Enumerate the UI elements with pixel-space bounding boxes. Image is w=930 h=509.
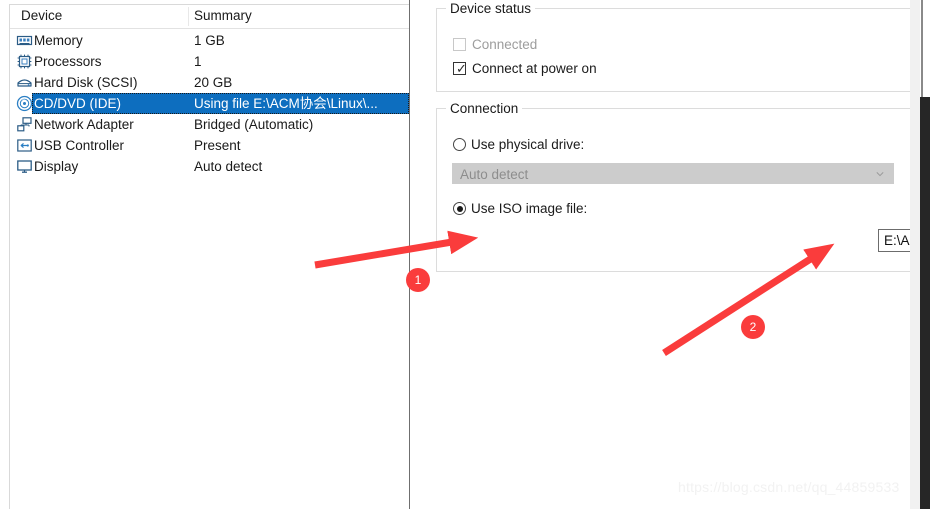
device-summary: 20 GB — [194, 75, 233, 90]
column-header-device[interactable]: Device — [21, 8, 62, 23]
connection-group: Connection Use physical drive: Use ISO i… — [436, 101, 914, 272]
device-name: Network Adapter — [34, 117, 134, 132]
connect-at-power-on-checkbox[interactable]: ✓ — [453, 61, 467, 76]
network-adapter-icon — [16, 116, 33, 133]
use-physical-drive-label: Use physical drive: — [471, 137, 585, 152]
device-summary: 1 GB — [194, 33, 225, 48]
hard-disk-icon — [16, 74, 33, 91]
device-list-panel: Device Summary Memory 1 GB Processors 1 … — [9, 4, 410, 509]
device-summary: Present — [194, 138, 241, 153]
device-name: CD/DVD (IDE) — [34, 96, 121, 111]
chevron-down-icon — [876, 170, 884, 178]
use-iso-image-label: Use ISO image file: — [471, 201, 588, 216]
physical-drive-combobox[interactable]: Auto detect — [452, 163, 894, 184]
settings-pane: Device status Connected ✓ Connect at pow… — [410, 0, 930, 509]
use-physical-drive-radio[interactable] — [453, 138, 466, 151]
device-row-network-adapter[interactable]: Network Adapter Bridged (Automatic) — [10, 114, 409, 135]
device-name: Processors — [34, 54, 102, 69]
physical-drive-value: Auto detect — [460, 167, 529, 182]
connection-legend: Connection — [446, 101, 523, 116]
device-summary: Auto detect — [194, 159, 263, 174]
device-row-usb-controller[interactable]: USB Controller Present — [10, 135, 409, 156]
usb-controller-icon — [16, 137, 33, 154]
device-name: Display — [34, 159, 79, 174]
device-summary: Bridged (Automatic) — [194, 117, 314, 132]
memory-icon — [16, 32, 33, 49]
device-summary: 1 — [194, 54, 202, 69]
device-summary: Using file E:\ACM协会\Linux\... — [194, 96, 378, 111]
device-name: Hard Disk (SCSI) — [34, 75, 138, 90]
column-divider[interactable] — [188, 7, 189, 26]
scrollbar-thumb[interactable] — [920, 97, 930, 509]
device-name: Memory — [34, 33, 83, 48]
connect-at-power-on-label: Connect at power on — [472, 61, 597, 76]
device-row-cd-dvd[interactable]: CD/DVD (IDE) Using file E:\ACM协会\Linux\.… — [10, 93, 409, 114]
column-header-summary[interactable]: Summary — [194, 8, 252, 23]
device-row-memory[interactable]: Memory 1 GB — [10, 30, 409, 51]
device-row-processors[interactable]: Processors 1 — [10, 51, 409, 72]
connected-checkbox[interactable] — [453, 38, 466, 51]
device-list-header: Device Summary — [10, 5, 409, 29]
use-iso-image-radio[interactable] — [453, 202, 466, 215]
device-status-legend: Device status — [446, 1, 536, 16]
connected-label: Connected — [472, 37, 538, 52]
processor-icon — [16, 53, 33, 70]
checkmark-icon: ✓ — [456, 61, 467, 76]
watermark-text: https://blog.csdn.net/qq_44859533 — [678, 479, 900, 495]
device-row-display[interactable]: Display Auto detect — [10, 156, 409, 177]
display-icon — [16, 158, 33, 175]
annotation-badge-2: 2 — [741, 315, 765, 339]
device-rows: Memory 1 GB Processors 1 Hard Disk (SCSI… — [10, 29, 409, 177]
device-row-hard-disk[interactable]: Hard Disk (SCSI) 20 GB — [10, 72, 409, 93]
scrollbar-track-top[interactable] — [921, 0, 923, 97]
cd-dvd-icon — [16, 95, 33, 112]
window-right-edge — [910, 0, 920, 509]
annotation-badge-1: 1 — [406, 268, 430, 292]
device-status-group: Device status Connected ✓ Connect at pow… — [436, 1, 914, 92]
device-name: USB Controller — [34, 138, 125, 153]
